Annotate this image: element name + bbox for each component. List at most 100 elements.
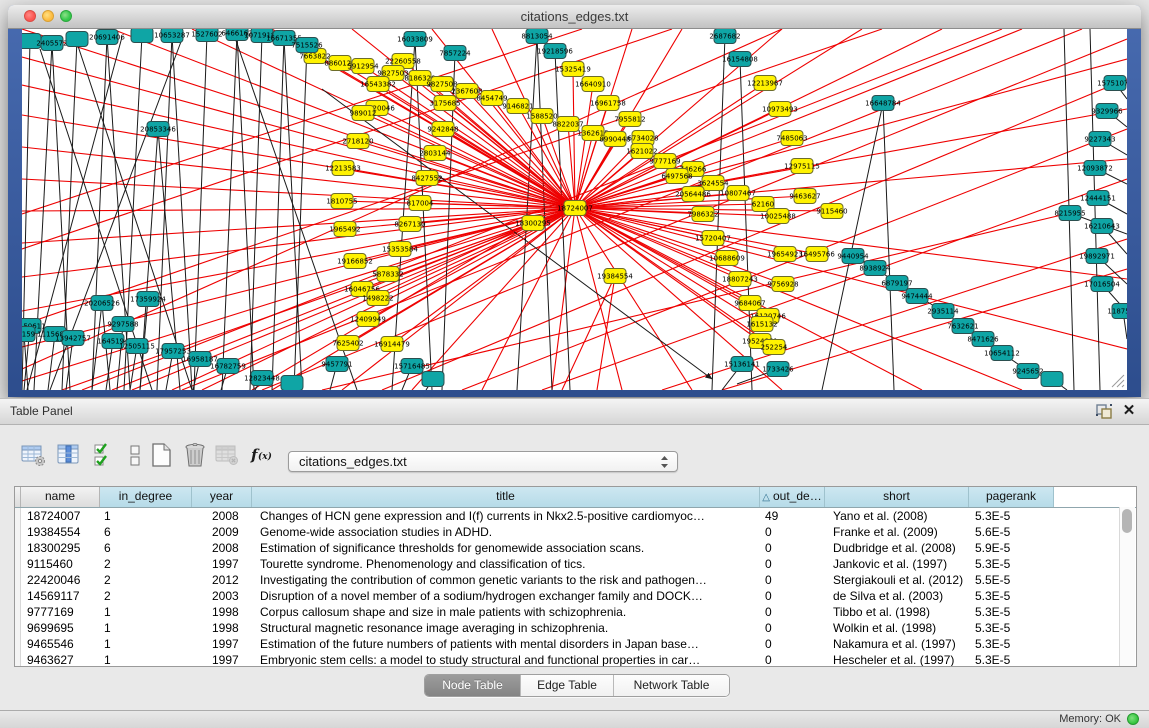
table-row[interactable]: 1456911722003Disruption of a novel membe… [15, 588, 1136, 604]
show-columns-icon[interactable] [53, 440, 83, 470]
column-header-out_de[interactable]: △out_de… [760, 487, 825, 507]
table-row[interactable]: 946362711997Embryonic stem cells: a mode… [15, 652, 1136, 667]
cell-in_degree[interactable]: 6 [100, 540, 192, 556]
cell-out_de[interactable]: 0 [760, 636, 825, 652]
column-header-short[interactable]: short [825, 487, 969, 507]
cell-name[interactable]: 9463627 [21, 652, 100, 667]
cell-name[interactable]: 22420046 [21, 572, 100, 588]
cell-out_de[interactable]: 0 [760, 540, 825, 556]
cell-year[interactable]: 1997 [192, 636, 252, 652]
cell-short[interactable]: Nakamura et al. (1997) [825, 636, 969, 652]
cell-title[interactable]: Investigating the contribution of common… [252, 572, 760, 588]
cell-out_de[interactable]: 0 [760, 524, 825, 540]
cell-name[interactable]: 14569117 [21, 588, 100, 604]
network-canvas[interactable]: 1872400776638228860124591295422260558982… [22, 29, 1127, 390]
cell-short[interactable]: Dudbridge et al. (2008) [825, 540, 969, 556]
cell-in_degree[interactable]: 1 [100, 620, 192, 636]
cell-year[interactable]: 1997 [192, 556, 252, 572]
table-row[interactable]: 977716911998Corpus callosum shape and si… [15, 604, 1136, 620]
cell-short[interactable]: Stergiakouli et al. (2012) [825, 572, 969, 588]
tab-node-table[interactable]: Node Table [425, 675, 521, 696]
cell-pagerank[interactable]: 5.9E-5 [969, 540, 1054, 556]
cell-year[interactable]: 2012 [192, 572, 252, 588]
graph-node[interactable] [281, 376, 303, 391]
cell-in_degree[interactable]: 1 [100, 604, 192, 620]
table-row[interactable]: 1938455462009Genome-wide association stu… [15, 524, 1136, 540]
cell-out_de[interactable]: 0 [760, 604, 825, 620]
graph-node[interactable] [1041, 372, 1063, 387]
cell-short[interactable]: Yano et al. (2008) [825, 508, 969, 524]
cell-out_de[interactable]: 0 [760, 588, 825, 604]
table-row[interactable]: 2242004622012Investigating the contribut… [15, 572, 1136, 588]
cell-title[interactable]: Estimation of the future numbers of pati… [252, 636, 760, 652]
cell-pagerank[interactable]: 5.3E-5 [969, 636, 1054, 652]
column-header-in_degree[interactable]: in_degree [100, 487, 192, 507]
cell-out_de[interactable]: 0 [760, 572, 825, 588]
cell-name[interactable]: 9777169 [21, 604, 100, 620]
cell-year[interactable]: 2003 [192, 588, 252, 604]
cell-title[interactable]: Disruption of a novel member of a sodium… [252, 588, 760, 604]
cell-year[interactable]: 2008 [192, 508, 252, 524]
table-row[interactable]: 1872400712008Changes of HCN gene express… [15, 508, 1136, 524]
cell-year[interactable]: 1997 [192, 652, 252, 667]
cell-title[interactable]: Corpus callosum shape and size in male p… [252, 604, 760, 620]
table-row[interactable]: 1830029562008Estimation of significance … [15, 540, 1136, 556]
tab-edge-table[interactable]: Edge Table [521, 675, 614, 696]
cell-title[interactable]: Embryonic stem cells: a model to study s… [252, 652, 760, 667]
cell-out_de[interactable]: 0 [760, 556, 825, 572]
cell-pagerank[interactable]: 5.3E-5 [969, 508, 1054, 524]
cell-out_de[interactable]: 0 [760, 652, 825, 667]
cell-name[interactable]: 18724007 [21, 508, 100, 524]
cell-in_degree[interactable]: 1 [100, 636, 192, 652]
cell-name[interactable]: 9465546 [21, 636, 100, 652]
cell-year[interactable]: 1998 [192, 604, 252, 620]
float-window-icon[interactable] [1095, 403, 1113, 420]
cell-year[interactable]: 1998 [192, 620, 252, 636]
function-builder-icon[interactable]: f(x) [248, 440, 278, 470]
cell-name[interactable]: 19384554 [21, 524, 100, 540]
graph-node[interactable] [131, 29, 153, 43]
tab-network-table[interactable]: Network Table [614, 675, 729, 696]
cell-title[interactable]: Tourette syndrome. Phenomenology and cla… [252, 556, 760, 572]
window-titlebar[interactable]: citations_edges.txt [8, 5, 1141, 29]
cell-in_degree[interactable]: 2 [100, 588, 192, 604]
table-row[interactable]: 946554611997Estimation of the future num… [15, 636, 1136, 652]
cell-pagerank[interactable]: 5.3E-5 [969, 604, 1054, 620]
canvas-resize-grip[interactable] [1111, 374, 1125, 388]
select-all-columns-icon[interactable] [88, 440, 118, 470]
cell-in_degree[interactable]: 1 [100, 652, 192, 667]
cell-short[interactable]: Wolkin et al. (1998) [825, 620, 969, 636]
cell-short[interactable]: Hescheler et al. (1997) [825, 652, 969, 667]
cell-pagerank[interactable]: 5.3E-5 [969, 652, 1054, 667]
column-header-year[interactable]: year [192, 487, 252, 507]
column-header-name[interactable]: name [21, 487, 100, 507]
cell-in_degree[interactable]: 2 [100, 556, 192, 572]
table-row[interactable]: 969969511998Structural magnetic resonanc… [15, 620, 1136, 636]
cell-pagerank[interactable]: 5.3E-5 [969, 556, 1054, 572]
cell-pagerank[interactable]: 5.6E-5 [969, 524, 1054, 540]
cell-in_degree[interactable]: 6 [100, 524, 192, 540]
cell-name[interactable]: 9115460 [21, 556, 100, 572]
cell-year[interactable]: 2009 [192, 524, 252, 540]
cell-pagerank[interactable]: 5.5E-5 [969, 572, 1054, 588]
citation-network-graph[interactable]: 1872400776638228860124591295422260558982… [22, 29, 1127, 390]
cell-title[interactable]: Changes of HCN gene expression and I(f) … [252, 508, 760, 524]
column-header-title[interactable]: title [252, 487, 760, 507]
table-vertical-scrollbar[interactable] [1119, 507, 1135, 666]
scrollbar-thumb[interactable] [1122, 509, 1132, 533]
cell-out_de[interactable]: 49 [760, 508, 825, 524]
cell-short[interactable]: Franke et al. (2009) [825, 524, 969, 540]
cell-pagerank[interactable]: 5.3E-5 [969, 620, 1054, 636]
cell-name[interactable]: 18300295 [21, 540, 100, 556]
cell-year[interactable]: 2008 [192, 540, 252, 556]
graph-node[interactable] [66, 32, 88, 47]
cell-in_degree[interactable]: 2 [100, 572, 192, 588]
graph-node[interactable] [422, 372, 444, 387]
cell-title[interactable]: Estimation of significance thresholds fo… [252, 540, 760, 556]
cell-short[interactable]: Tibbo et al. (1998) [825, 604, 969, 620]
cell-out_de[interactable]: 0 [760, 620, 825, 636]
table-selector-dropdown[interactable]: citations_edges.txt [288, 451, 678, 472]
table-settings-icon[interactable] [18, 440, 48, 470]
cell-title[interactable]: Genome-wide association studies in ADHD. [252, 524, 760, 540]
cell-title[interactable]: Structural magnetic resonance image aver… [252, 620, 760, 636]
